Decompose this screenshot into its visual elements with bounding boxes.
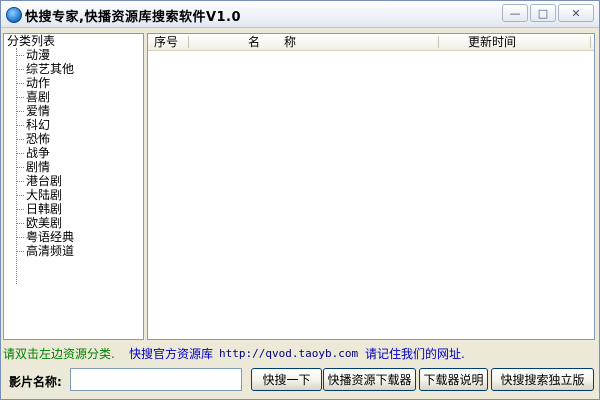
list-header: 序号 名 称 更新时间 [148,34,594,51]
tree-item-horror[interactable]: 恐怖 [16,132,50,146]
tree-item-label: 科幻 [26,118,51,132]
maximize-button[interactable]: □ [530,4,556,22]
remember-url-text: 请记住我们的网址. [365,347,465,361]
tree-item-hk-tw[interactable]: 港台剧 [16,174,62,188]
tree-item-label: 港台剧 [26,174,63,188]
tree-item-western[interactable]: 欧美剧 [16,216,62,230]
tree-item-label: 综艺其他 [26,62,75,76]
hint-text: 请双击左边资源分类. [3,347,115,361]
minimize-button[interactable]: — [502,4,528,22]
tree-item-label: 爱情 [26,104,51,118]
tree-item-jp-kr[interactable]: 日韩剧 [16,202,62,216]
tree-item-variety[interactable]: 综艺其他 [16,62,74,76]
movie-name-label: 影片名称: [9,375,62,389]
tree-item-action[interactable]: 动作 [16,76,50,90]
category-tree[interactable]: 分类列表 动漫 综艺其他 动作 喜剧 爱情 科幻 恐怖 战争 剧情 港台剧 大陆… [3,33,144,340]
downloader-help-button[interactable]: 下载器说明 [419,368,488,391]
column-divider[interactable] [188,36,189,48]
tree-root-label[interactable]: 分类列表 [7,34,55,48]
app-globe-icon [6,7,22,23]
close-button[interactable]: ✕ [558,4,594,22]
tree-item-label: 动作 [26,76,51,90]
official-library-link[interactable]: 快搜官方资源库 [129,345,213,362]
close-icon: ✕ [571,6,581,20]
maximize-icon: □ [537,6,549,20]
tree-item-label: 日韩剧 [26,202,63,216]
tree-item-hd[interactable]: 高清频道 [16,244,74,258]
movie-name-input[interactable] [70,368,242,391]
resource-downloader-button[interactable]: 快播资源下载器 [323,368,416,391]
column-divider[interactable] [438,36,439,48]
window-title: 快搜专家,快播资源库搜索软件V1.0 [25,10,242,25]
tree-item-label: 高清频道 [26,244,75,258]
column-header-index[interactable]: 序号 [154,34,178,50]
tree-item-comedy[interactable]: 喜剧 [16,90,50,104]
tree-item-anime[interactable]: 动漫 [16,48,50,62]
tree-item-cantonese[interactable]: 粤语经典 [16,230,74,244]
column-divider[interactable] [590,36,591,48]
tree-item-label: 剧情 [26,160,51,174]
tree-item-label: 战争 [26,146,51,160]
minimize-icon: — [509,6,521,20]
standalone-search-button[interactable]: 快搜搜索独立版 [491,368,594,391]
tree-item-label: 大陆剧 [26,188,63,202]
app-window: 快搜专家,快播资源库搜索软件V1.0 — □ ✕ 分类列表 动漫 综艺其他 动作… [0,0,600,400]
website-url-link[interactable]: http://qvod.taoyb.com [219,347,358,360]
tree-item-label: 欧美剧 [26,216,63,230]
tree-item-war[interactable]: 战争 [16,146,50,160]
tree-item-romance[interactable]: 爱情 [16,104,50,118]
title-bar[interactable]: 快搜专家,快播资源库搜索软件V1.0 — □ ✕ [1,1,599,28]
tree-item-label: 粤语经典 [26,230,75,244]
results-list[interactable]: 序号 名 称 更新时间 [147,33,595,340]
tree-item-label: 恐怖 [26,132,51,146]
tree-item-label: 喜剧 [26,90,51,104]
quick-search-button[interactable]: 快搜一下 [251,368,322,391]
tree-item-label: 动漫 [26,48,51,62]
tree-item-scifi[interactable]: 科幻 [16,118,50,132]
tree-item-mainland[interactable]: 大陆剧 [16,188,62,202]
tree-item-drama[interactable]: 剧情 [16,160,50,174]
column-header-name[interactable]: 名 称 [248,34,408,50]
column-header-updated[interactable]: 更新时间 [468,34,516,50]
